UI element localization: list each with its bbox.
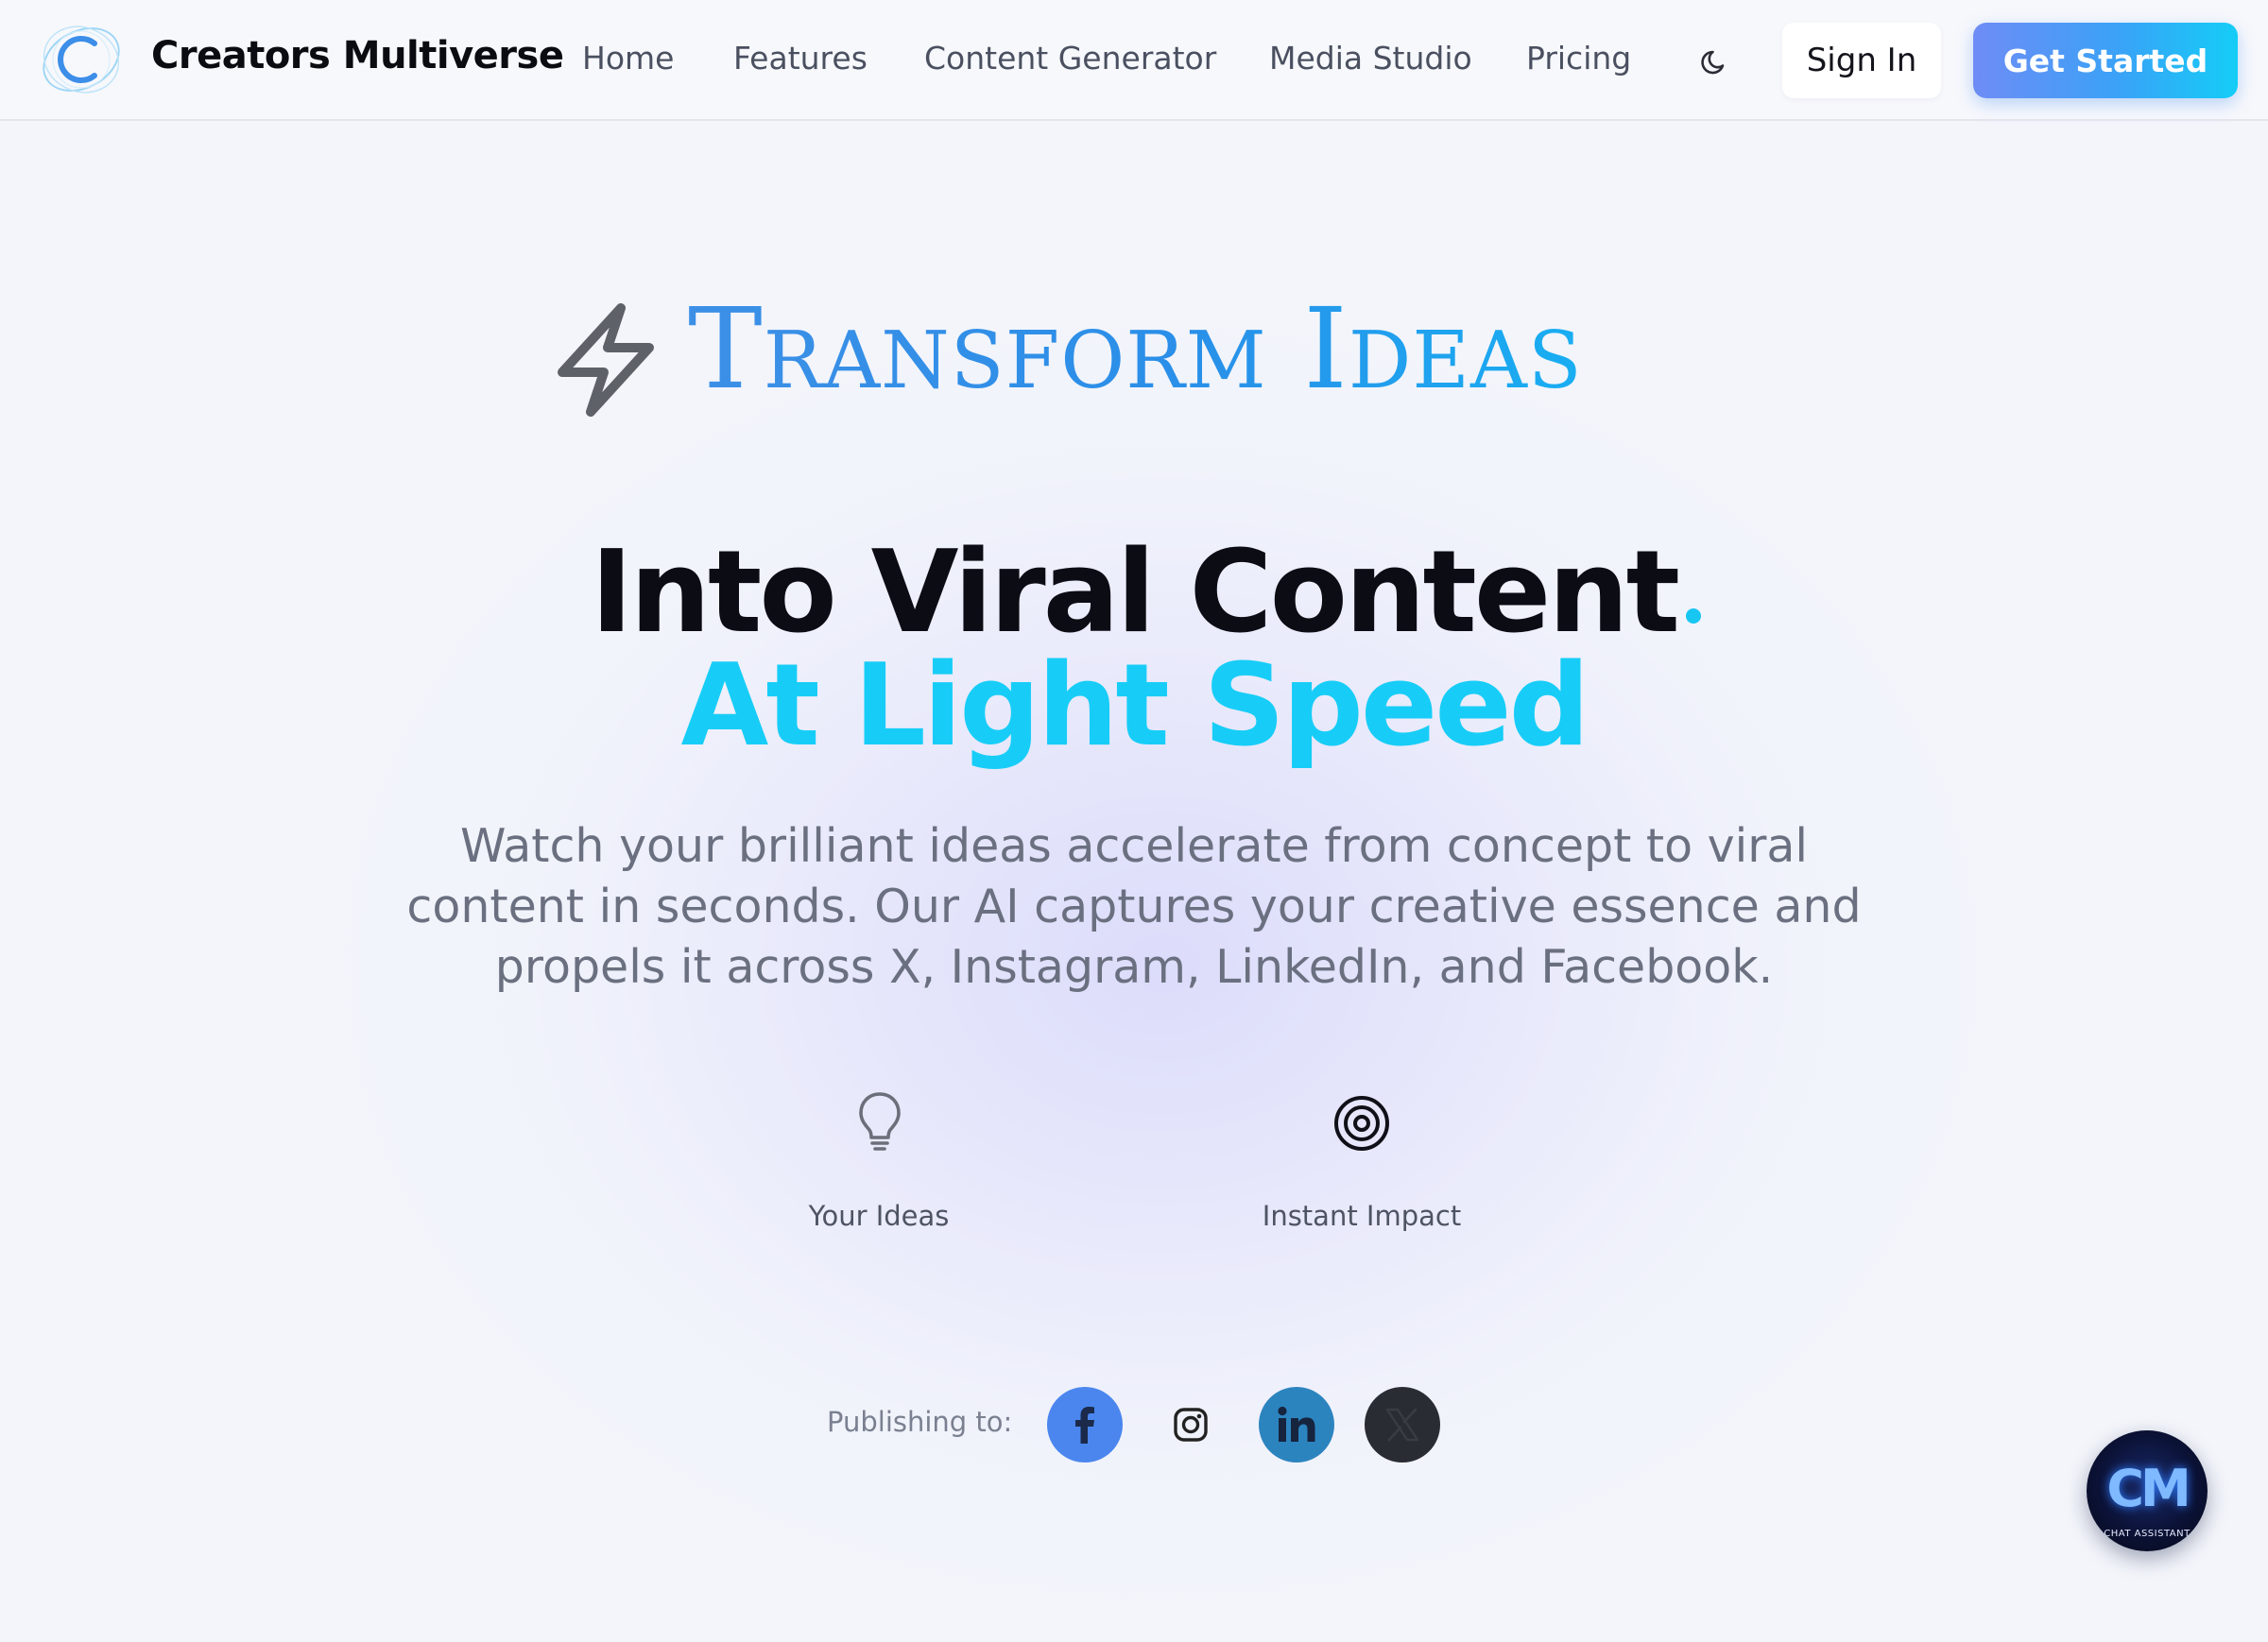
nav-pricing[interactable]: Pricing <box>1526 40 1631 77</box>
brand-name[interactable]: Creators Multiverse <box>151 34 564 77</box>
hero-headline-line-2: At Light Speed <box>680 641 1589 772</box>
creators-multiverse-logo-icon[interactable] <box>38 19 125 100</box>
moon-icon[interactable] <box>1697 43 1733 79</box>
accent-dot <box>1686 608 1701 624</box>
lightbulb-icon <box>859 1092 901 1151</box>
sign-in-button[interactable]: Sign In <box>1782 23 1941 98</box>
hero-headline-line-1: Into Viral Content <box>590 527 1680 659</box>
nav-content-generator[interactable]: Content Generator <box>924 40 1216 77</box>
instagram-icon <box>1174 1408 1208 1442</box>
chat-assistant-logo: CM <box>2106 1459 2191 1518</box>
top-navbar: Creators Multiverse Home Features Conten… <box>0 0 2268 121</box>
x-button[interactable] <box>1365 1387 1440 1462</box>
nav-features[interactable]: Features <box>733 40 868 77</box>
hero-description: Watch your brilliant ideas accelerate fr… <box>406 819 1862 994</box>
get-started-button[interactable]: Get Started <box>1973 23 2238 98</box>
target-icon <box>1334 1096 1389 1151</box>
chat-assistant-button[interactable]: CM CHAT ASSISTANT <box>2087 1430 2208 1551</box>
linkedin-icon <box>1278 1406 1315 1442</box>
feature-label-instant-impact: Instant Impact <box>1262 1200 1462 1232</box>
nav-media-studio[interactable]: Media Studio <box>1269 40 1472 77</box>
facebook-icon <box>1075 1407 1094 1444</box>
feature-label-your-ideas: Your Ideas <box>808 1200 950 1232</box>
publishing-label: Publishing to: <box>827 1406 1013 1438</box>
hero-tagline: Transform Ideas <box>688 283 1583 414</box>
chat-assistant-label: CHAT ASSISTANT <box>2104 1529 2191 1539</box>
linkedin-button[interactable] <box>1259 1387 1334 1462</box>
instagram-button[interactable] <box>1153 1387 1228 1462</box>
nav-home[interactable]: Home <box>582 40 674 77</box>
lightning-bolt-icon <box>558 303 654 417</box>
x-icon <box>1385 1408 1419 1442</box>
facebook-button[interactable] <box>1047 1387 1123 1462</box>
